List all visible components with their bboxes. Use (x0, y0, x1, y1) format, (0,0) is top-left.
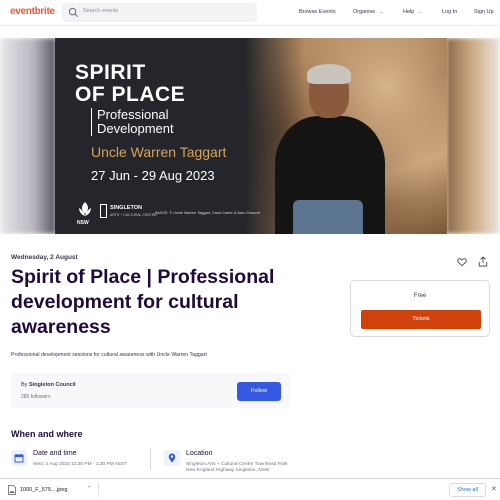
eventbrite-logo[interactable]: eventbrite (10, 6, 55, 17)
nav-organise-label: Organise (353, 9, 376, 15)
share-icon[interactable] (478, 256, 488, 267)
presenter-hair (307, 64, 351, 84)
event-summary: Professional development sessions for cu… (11, 352, 207, 358)
singleton-label: SINGLETON (110, 205, 142, 211)
search-placeholder: Search events (83, 8, 119, 14)
event-title: Spirit of Place | Professional developme… (11, 266, 275, 338)
location-label: Location (186, 450, 213, 457)
follower-count: 285 followers (21, 394, 51, 400)
chevron-up-icon[interactable]: ⌃ (87, 486, 92, 492)
top-nav: eventbrite Search events Browse Events O… (0, 0, 500, 26)
banner-subtitle-line1: Professional (97, 107, 169, 122)
when-where-heading: When and where (11, 429, 83, 439)
banner-title-line2: OF PLACE (75, 83, 186, 106)
chevron-down-icon: ⌄ (418, 9, 423, 15)
image-credit: IMAGE: © Uncle Warren Taggart, Carol Car… (155, 211, 260, 215)
chevron-down-icon: ⌄ (379, 9, 384, 15)
close-icon[interactable]: ✕ (491, 485, 497, 493)
event-banner: SPIRIT OF PLACE Professional Development… (55, 38, 447, 234)
banner-subtitle-line2: Development (97, 121, 174, 136)
search-icon (68, 7, 79, 18)
nav-login[interactable]: Log In (442, 9, 457, 15)
banner-presenter: Uncle Warren Taggart (91, 144, 227, 160)
calendar-badge (11, 450, 27, 466)
banner-title: SPIRIT OF PLACE (75, 62, 185, 106)
organizer-card: By Singleton Council 285 followers Follo… (11, 373, 290, 408)
banner-subtitle: Professional Development (91, 108, 174, 136)
heart-icon[interactable] (457, 257, 467, 267)
banner-dates: 27 Jun - 29 Aug 2023 (91, 168, 215, 183)
event-date: Wednesday, 2 August (11, 254, 78, 261)
show-all-button[interactable]: Show all (449, 483, 486, 497)
download-separator (98, 483, 99, 497)
organizer-name[interactable]: Singleton Council (29, 382, 76, 388)
location-value: Singleton Arts + Cultural Centre Townhea… (186, 462, 296, 474)
hero-blur-right (446, 38, 500, 234)
organizer-prefix: By (21, 382, 28, 388)
calendar-icon (14, 454, 24, 463)
organizer-line: By Singleton Council (21, 382, 76, 388)
nav-organise[interactable]: Organise ⌄ (353, 9, 384, 15)
singleton-sublabel: ARTS + CULTURAL CENTRE (110, 213, 157, 217)
nav-browse-events[interactable]: Browse Events (299, 9, 336, 15)
presenter-jeans (293, 200, 363, 234)
tickets-button[interactable]: Tickets (361, 310, 481, 329)
datetime-label: Date and time (33, 450, 77, 457)
hero-image: SPIRIT OF PLACE Professional Development… (0, 38, 500, 234)
nav-signup[interactable]: Sign Up (474, 9, 494, 15)
follow-button[interactable]: Follow (237, 382, 281, 401)
hero-blur-left (0, 38, 56, 234)
singleton-logo-mark (100, 204, 107, 218)
download-bar: 1000_F_575....jpeg ⌃ Show all ✕ (0, 478, 500, 500)
nsw-waratah-logo (79, 202, 91, 216)
download-file-name[interactable]: 1000_F_575....jpeg (20, 487, 67, 493)
nsw-label: NSW (77, 220, 89, 226)
location-badge (164, 450, 180, 466)
location-name[interactable]: Singleton Arts + Cultural Centre (186, 462, 253, 467)
nav-help-label: Help (403, 9, 415, 15)
ticket-price: Free (413, 293, 427, 299)
image-file-icon (8, 485, 16, 495)
divider (150, 448, 151, 470)
search-input[interactable]: Search events (62, 3, 257, 22)
datetime-value: Wed, 2 Aug 2023 12:30 PM - 1:30 PM AEST (33, 462, 128, 467)
map-pin-icon (168, 453, 176, 463)
ticket-card: Free Tickets (350, 280, 490, 337)
banner-title-line1: SPIRIT (75, 61, 146, 84)
nav-help[interactable]: Help ⌄ (403, 9, 423, 15)
